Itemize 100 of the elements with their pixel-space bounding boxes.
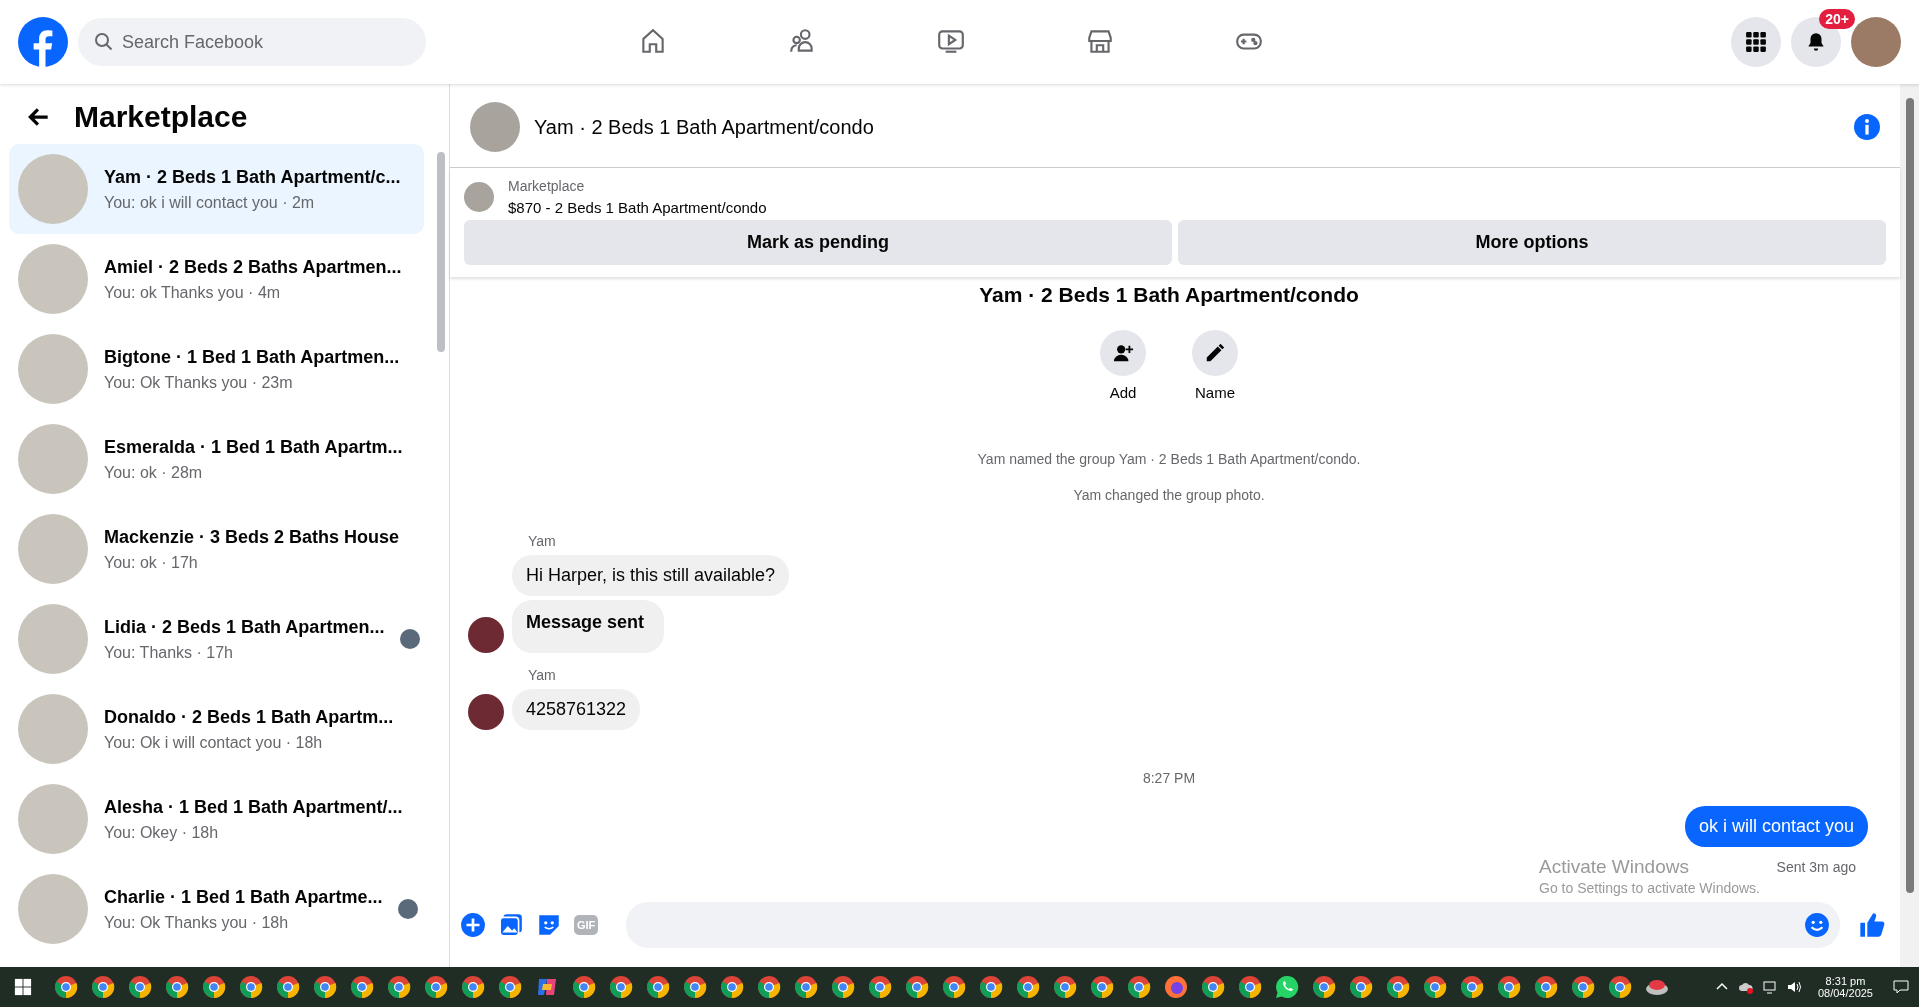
browser-app-icon[interactable] [202,975,226,999]
conversation-item[interactable]: Charlie · 1 Bed 1 Bath Apartme... You: Ok Thanks you · 18h [9,864,424,954]
browser-app-icon[interactable] [128,975,152,999]
conversation-preview: You: Ok Thanks you · 23m [104,373,294,392]
conversation-item[interactable]: Bigtone · 1 Bed 1 Bath Apartmen... You: Ok Thanks you · 23m [9,324,424,414]
conversation-title: Amiel · 2 Beds 2 Baths Apartmen... [104,256,403,280]
browser-app-icon[interactable] [387,975,411,999]
search-field[interactable]: Search Facebook [78,18,426,66]
windows-start-icon[interactable] [14,978,32,996]
browser-app-icon[interactable] [350,975,374,999]
read-receipt: Sent 3m ago [1776,859,1856,875]
info-icon[interactable] [1854,114,1880,140]
incoming-message: Hi Harper, is this still available? [512,555,790,596]
browser-app-icon[interactable] [1608,975,1632,999]
browser-app-icon[interactable] [1238,975,1262,999]
browser-app-icon[interactable] [461,975,485,999]
browser-app-icon[interactable] [239,975,263,999]
browser-app-icon[interactable] [1312,975,1336,999]
browser-app-icon[interactable] [1053,975,1077,999]
browser-app-icon[interactable] [979,975,1003,999]
scrollbar-thumb[interactable] [1905,98,1914,893]
listing-action-button[interactable]: Mark as pending [464,220,1172,265]
profile-avatar[interactable] [1851,17,1901,67]
browser-app-icon[interactable] [1090,975,1114,999]
browser-app-icon[interactable] [905,975,929,999]
browser-app-icon[interactable] [276,975,300,999]
group-action-label: Name [1195,383,1235,401]
conversation-preview: You: ok Thanks you · 4m [104,283,282,302]
conversation-item[interactable]: Yam · 2 Beds 1 Bath Apartment/c... You: ok i will contact you · 2m [9,144,424,234]
listing-source: Marketplace [508,178,586,194]
conversation-item[interactable]: Esmeralda · 1 Bed 1 Bath Apartm... You: ok · 28m [9,414,424,504]
timestamp: 8:27 PM [1142,770,1196,786]
browser-app-icon[interactable] [646,975,670,999]
browser-app-icon[interactable] [720,975,744,999]
conversation-preview: You: Ok Thanks you · 18h [104,913,290,932]
browser-app-icon[interactable] [683,975,707,999]
browser-app-icon[interactable] [1201,975,1225,999]
conversation-preview: You: Thanks · 17h [104,643,234,662]
browser-app-icon[interactable] [424,975,448,999]
conversation-item[interactable]: Alesha · 1 Bed 1 Bath Apartment/... You: Okey · 18h [9,774,424,864]
activation-notice-hint: Go to Settings to activate Windows. [1539,880,1760,897]
group-action-label: Add [1109,383,1137,401]
browser-app-icon[interactable] [1127,975,1151,999]
browser-app-icon[interactable] [1349,975,1373,999]
conversation-item[interactable]: Donaldo · 2 Beds 1 Bath Apartm... You: Ok i will contact you · 18h [9,684,424,774]
scrollbar-thumb[interactable] [437,152,445,352]
activation-notice-title: Activate Windows [1539,856,1690,878]
photo-icon[interactable] [498,912,524,938]
conversation-item[interactable]: Amiel · 2 Beds 2 Baths Apartmen... You: ok Thanks you · 4m [9,234,424,324]
conversation-title: Donaldo · 2 Beds 1 Bath Apartm... [104,706,395,730]
network-icon[interactable] [1761,979,1778,995]
browser-app-icon[interactable] [1423,975,1447,999]
browser-app-icon[interactable] [757,975,781,999]
conversation-title: Mackenzie · 3 Beds 2 Baths House [104,526,401,550]
browser-app-icon[interactable] [165,975,189,999]
emoji-icon[interactable] [1804,912,1830,938]
browser-app-icon[interactable] [313,975,337,999]
conversation-preview: You: ok · 17h [104,553,199,572]
grid-icon [1745,31,1767,53]
browser-app-icon[interactable] [609,975,633,999]
system-message: Yam named the group Yam · 2 Beds 1 Bath Apartment/condo. [977,451,1361,467]
browser-app-icon[interactable] [1016,975,1040,999]
notification-badge: 20+ [1819,9,1855,29]
browser-app-icon[interactable] [868,975,892,999]
browser-app-icon[interactable] [1571,975,1595,999]
plus-icon[interactable] [460,912,486,938]
message-input[interactable] [626,902,1840,948]
rename-button[interactable] [1192,329,1238,376]
thumbs-up-icon[interactable] [1858,911,1886,939]
browser-app-icon[interactable] [794,975,818,999]
browser-app-icon[interactable] [1386,975,1410,999]
system-message: Yam changed the group photo. [1073,487,1265,503]
browser-app-icon[interactable] [91,975,115,999]
browser-app-icon[interactable] [942,975,966,999]
browser-app-icon[interactable] [831,975,855,999]
clock-date[interactable]: 08/04/2025 [1817,987,1873,999]
browser-app-icon[interactable] [498,975,522,999]
browser-app-icon[interactable] [572,975,596,999]
conversation-preview: You: ok i will contact you · 2m [104,193,316,212]
sender-name: Yam [528,667,557,683]
browser-app-icon[interactable] [1460,975,1484,999]
browser-app-icon[interactable] [1497,975,1521,999]
chat-app-icon[interactable] [1275,975,1299,999]
pencil-icon [1204,341,1226,364]
sticker-icon[interactable] [536,912,562,938]
notification-center-icon[interactable] [1893,979,1909,995]
conversation-item[interactable]: Lidia · 2 Beds 1 Bath Apartmen... You: Thanks · 17h [9,594,424,684]
photo-placeholder [470,102,520,152]
volume-icon[interactable] [1785,979,1802,995]
listing-action-button[interactable]: More options [1178,220,1886,265]
menu-button[interactable] [1731,17,1781,67]
conversation-title: Lidia · 2 Beds 1 Bath Apartmen... [104,616,385,640]
logo-icon[interactable] [18,17,68,67]
clock-time[interactable]: 8:31 pm [1825,975,1866,987]
group-title: Yam · 2 Beds 1 Bath Apartment/condo [978,283,1360,307]
add-person-button[interactable] [1100,329,1146,376]
conversation-item[interactable]: Mackenzie · 3 Beds 2 Baths House You: ok · 17h [9,504,424,594]
conversation-preview: You: Okey · 18h [104,823,220,842]
browser-app-icon[interactable] [1534,975,1558,999]
browser-app-icon[interactable] [54,975,78,999]
